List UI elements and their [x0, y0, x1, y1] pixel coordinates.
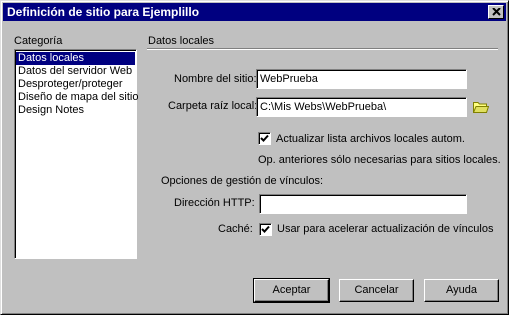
- auto-refresh-checkbox[interactable]: [258, 132, 271, 145]
- section-title: Datos locales: [148, 35, 215, 47]
- root-folder-input[interactable]: [256, 97, 467, 117]
- ok-button[interactable]: Aceptar: [253, 278, 330, 303]
- category-item-diseno-mapa-sitio[interactable]: Diseño de mapa del sitio: [16, 91, 139, 104]
- window-title: Definición de sitio para Ejemplillo: [7, 5, 200, 19]
- title-bar[interactable]: Definición de sitio para Ejemplillo: [3, 3, 506, 21]
- site-name-input[interactable]: [256, 69, 467, 89]
- cache-label: Caché:: [218, 223, 253, 235]
- close-button[interactable]: [488, 5, 504, 19]
- category-heading: Categoría: [14, 35, 63, 47]
- category-item-label: Datos locales: [18, 52, 85, 64]
- cache-checkbox-label[interactable]: Usar para acelerar actualización de vínc…: [277, 223, 493, 235]
- site-name-label: Nombre del sitio:: [174, 73, 257, 85]
- category-item-datos-servidor-web[interactable]: Datos del servidor Web: [16, 65, 135, 78]
- site-definition-dialog: Definición de sitio para Ejemplillo Cate…: [0, 0, 509, 315]
- section-divider: [147, 48, 498, 50]
- link-options-heading: Opciones de gestión de vínculos:: [161, 175, 324, 187]
- category-item-label: Datos del servidor Web: [18, 65, 133, 77]
- cancel-button[interactable]: Cancelar: [339, 279, 414, 302]
- category-item-label: Diseño de mapa del sitio: [18, 91, 139, 103]
- checkmark-icon: [261, 225, 270, 233]
- category-item-design-notes[interactable]: Design Notes: [16, 104, 135, 117]
- category-item-datos-locales[interactable]: Datos locales: [16, 52, 135, 65]
- category-list[interactable]: Datos locales Datos del servidor Web Des…: [14, 49, 139, 259]
- category-item-label: Design Notes: [18, 104, 85, 116]
- help-button[interactable]: Ayuda: [424, 279, 499, 302]
- close-icon: [492, 8, 501, 16]
- folder-icon[interactable]: [473, 100, 489, 113]
- local-sites-note: Op. anteriores sólo necesarias para siti…: [258, 154, 501, 166]
- root-folder-label: Carpeta raíz local:: [168, 100, 258, 112]
- auto-refresh-label[interactable]: Actualizar lista archivos locales autom.: [276, 133, 465, 145]
- http-address-input[interactable]: [259, 194, 467, 214]
- cache-checkbox[interactable]: [259, 223, 272, 236]
- http-address-label: Dirección HTTP:: [174, 197, 255, 209]
- checkmark-icon: [260, 134, 269, 142]
- category-item-desproteger-proteger[interactable]: Desproteger/proteger: [16, 78, 135, 91]
- category-item-label: Desproteger/proteger: [18, 78, 123, 90]
